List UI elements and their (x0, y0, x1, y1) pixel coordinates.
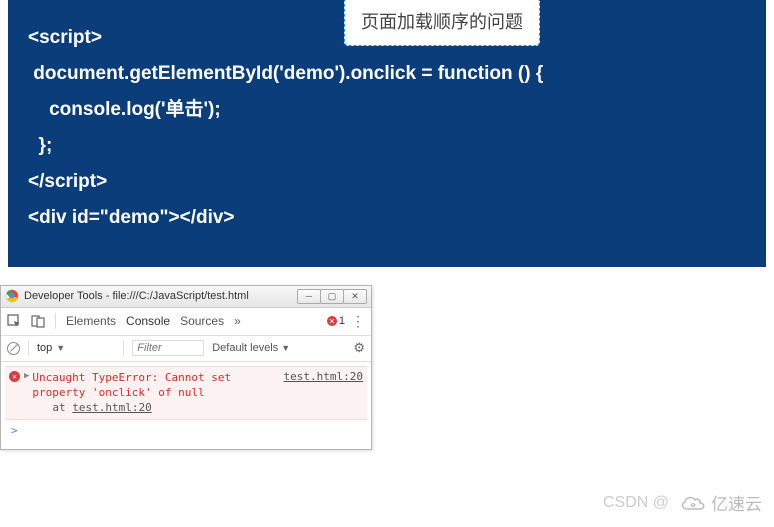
watermark: CSDN @ 亿速云 (603, 490, 762, 515)
divider (55, 313, 56, 329)
tab-sources[interactable]: Sources (180, 314, 224, 328)
maximize-button[interactable]: ▢ (320, 289, 344, 304)
console-error-entry[interactable]: ✕ ▶ Uncaught TypeError: Cannot set prope… (5, 366, 367, 420)
device-toggle-icon[interactable] (31, 314, 45, 328)
error-at-prefix: at (52, 401, 72, 414)
cloud-icon (679, 493, 707, 513)
chrome-icon (5, 289, 19, 303)
inspect-icon[interactable] (7, 314, 21, 328)
devtools-window: Developer Tools - file:///C:/JavaScript/… (0, 285, 372, 450)
expand-icon[interactable]: ▶ (24, 371, 29, 381)
menu-icon[interactable]: ⋮ (351, 314, 365, 328)
levels-selector[interactable]: Default levels ▼ (212, 342, 290, 354)
code-block: 页面加载顺序的问题 <script> document.getElementBy… (8, 0, 766, 267)
error-at-file[interactable]: test.html:20 (72, 401, 151, 414)
devtools-toolbar: Elements Console Sources » ✕ 1 ⋮ (1, 308, 371, 336)
divider (28, 340, 29, 356)
gear-icon[interactable]: ⚙ (353, 340, 365, 356)
levels-label: Default levels (212, 342, 278, 354)
tab-console[interactable]: Console (126, 314, 170, 328)
logo: 亿速云 (679, 490, 762, 515)
logo-text: 亿速云 (711, 490, 762, 515)
error-icon: ✕ (9, 371, 20, 382)
csdn-watermark: CSDN @ (603, 494, 669, 512)
close-button[interactable]: ✕ (343, 289, 367, 304)
code-line: }; (28, 128, 746, 164)
code-line: <div id="demo"></div> (28, 200, 746, 236)
error-count-number: 1 (339, 315, 345, 327)
console-filterbar: top ▼ Default levels ▼ ⚙ (1, 336, 371, 362)
code-line: document.getElementById('demo').onclick … (28, 56, 746, 92)
error-source-link[interactable]: test.html:20 (284, 370, 363, 383)
window-controls: ─ ▢ ✕ (298, 289, 367, 304)
divider (123, 340, 124, 356)
minimize-button[interactable]: ─ (297, 289, 321, 304)
tab-more[interactable]: » (234, 314, 241, 328)
context-label: top (37, 342, 52, 354)
error-message: Uncaught TypeError: Cannot set property … (32, 370, 283, 416)
context-selector[interactable]: top ▼ (37, 342, 115, 354)
chevron-down-icon: ▼ (281, 343, 290, 353)
error-count[interactable]: ✕ 1 (327, 315, 345, 327)
devtools-titlebar: Developer Tools - file:///C:/JavaScript/… (1, 286, 371, 308)
code-line: console.log('单击'); (28, 92, 746, 128)
clear-console-icon[interactable] (7, 342, 20, 355)
console-prompt[interactable]: > (5, 420, 367, 441)
filter-input[interactable] (132, 340, 204, 356)
tab-elements[interactable]: Elements (66, 314, 116, 328)
error-message-text: Uncaught TypeError: Cannot set property … (32, 371, 231, 399)
error-dot-icon: ✕ (327, 316, 337, 326)
annotation-label: 页面加载顺序的问题 (344, 0, 540, 46)
code-line: </script> (28, 164, 746, 200)
devtools-title: Developer Tools - file:///C:/JavaScript/… (24, 290, 298, 302)
console-body: ✕ ▶ Uncaught TypeError: Cannot set prope… (1, 362, 371, 449)
chevron-down-icon: ▼ (56, 343, 65, 353)
